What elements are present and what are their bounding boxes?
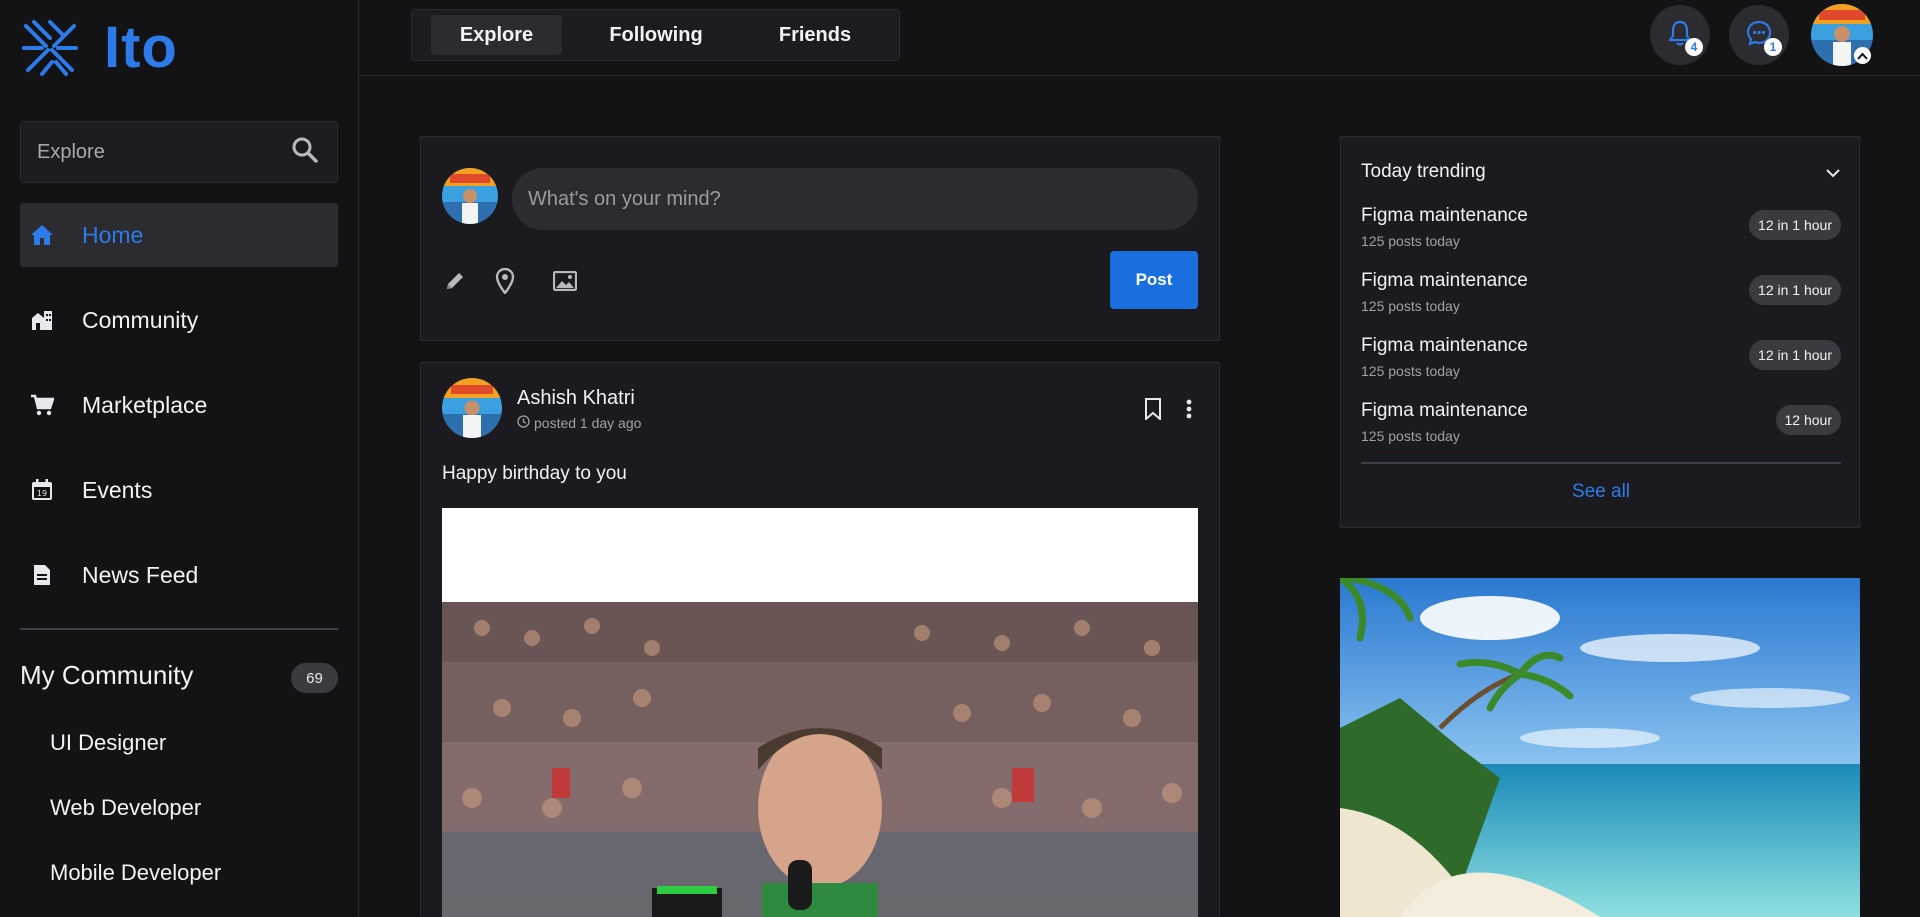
news-feed-icon [30, 563, 54, 587]
sidebar-item-events[interactable]: 19 Events [20, 458, 338, 522]
trending-item-pill: 12 in 1 hour [1749, 340, 1841, 370]
image-icon[interactable] [552, 268, 578, 294]
trending-title: Today trending [1361, 161, 1486, 182]
more-options-icon[interactable] [1177, 396, 1201, 422]
trending-item-sub: 125 posts today [1361, 428, 1460, 444]
location-pin-icon[interactable] [492, 268, 518, 294]
sidebar-item-label: Home [82, 221, 144, 248]
trending-item-sub: 125 posts today [1361, 363, 1460, 379]
trending-item[interactable]: Figma maintenance 125 posts today 12 in … [1361, 205, 1841, 255]
my-community-count-badge: 69 [291, 663, 338, 693]
trending-item-name: Figma maintenance [1361, 270, 1528, 291]
sidebar-item-marketplace[interactable]: Marketplace [20, 373, 338, 437]
pencil-icon[interactable] [442, 268, 468, 294]
sidebar-item-label: Events [82, 476, 153, 503]
trending-item-name: Figma maintenance [1361, 205, 1528, 226]
composer-avatar [442, 168, 498, 224]
chevron-up-icon[interactable] [1854, 47, 1871, 64]
trending-item-pill: 12 in 1 hour [1749, 275, 1841, 305]
top-bar: Explore Following Friends 4 1 [359, 0, 1920, 76]
bookmark-icon[interactable] [1141, 396, 1165, 422]
sidebar-item-community[interactable]: Community [20, 288, 338, 352]
trending-item-pill: 12 in 1 hour [1749, 210, 1841, 240]
community-icon [30, 308, 54, 332]
community-item-web-developer[interactable]: Web Developer [50, 793, 221, 858]
sidebar-item-label: Community [82, 306, 199, 333]
search-icon[interactable] [291, 136, 319, 169]
search-input[interactable] [37, 140, 257, 164]
my-community-title[interactable]: My Community [20, 660, 193, 691]
tab-following[interactable]: Following [562, 15, 750, 55]
post-body-text: Happy birthday to you [442, 463, 627, 484]
trending-item[interactable]: Figma maintenance 125 posts today 12 hou… [1361, 400, 1841, 450]
messages-button[interactable]: 1 [1729, 5, 1789, 65]
post-text-input[interactable] [512, 168, 1198, 230]
calendar-icon: 19 [30, 478, 54, 502]
my-community-list: UI Designer Web Developer Mobile Develop… [50, 728, 221, 917]
trending-item-pill: 12 hour [1775, 405, 1841, 435]
sidebar-item-label: Marketplace [82, 391, 208, 418]
tab-explore[interactable]: Explore [431, 15, 562, 55]
post-timestamp-text: posted 1 day ago [534, 415, 642, 431]
cart-icon [30, 393, 54, 417]
trending-panel: Today trending Figma maintenance 125 pos… [1340, 136, 1860, 528]
trending-item[interactable]: Figma maintenance 125 posts today 12 in … [1361, 335, 1841, 385]
trending-item-name: Figma maintenance [1361, 335, 1528, 356]
community-item-ui-designer[interactable]: UI Designer [50, 728, 221, 793]
sidebar-item-home[interactable]: Home [20, 203, 338, 267]
sidebar-divider [20, 628, 338, 630]
post-card: Ashish Khatri posted 1 day ago Happy bir… [420, 362, 1220, 917]
author-avatar[interactable] [442, 378, 502, 438]
svg-text:19: 19 [37, 489, 47, 498]
brand-mark-icon [22, 20, 78, 76]
chevron-down-icon[interactable] [1824, 164, 1842, 182]
post-composer: Post [420, 136, 1220, 341]
see-all-link[interactable]: See all [1341, 481, 1861, 503]
brand-name: Ito [104, 15, 178, 80]
trending-divider [1361, 462, 1841, 464]
community-item-mobile-developer[interactable]: Mobile Developer [50, 858, 221, 917]
notifications-button[interactable]: 4 [1650, 5, 1710, 65]
trending-item-sub: 125 posts today [1361, 233, 1460, 249]
post-button[interactable]: Post [1110, 251, 1198, 309]
brand-logo[interactable]: Ito [20, 18, 178, 78]
sidebar-nav: Home Community Marketplace 19 Events New… [20, 203, 338, 628]
trending-item-sub: 125 posts today [1361, 298, 1460, 314]
sidebar-item-label: News Feed [82, 561, 199, 588]
trending-item-name: Figma maintenance [1361, 400, 1528, 421]
post-timestamp: posted 1 day ago [517, 415, 641, 431]
notifications-count-badge: 4 [1685, 38, 1703, 56]
clock-icon [517, 415, 530, 431]
sidebar: Ito Home Community Marketplace [0, 0, 359, 917]
search-box[interactable] [20, 121, 338, 183]
trending-item[interactable]: Figma maintenance 125 posts today 12 in … [1361, 270, 1841, 320]
tab-friends[interactable]: Friends [750, 15, 880, 55]
home-icon [30, 223, 54, 247]
feed-tabs: Explore Following Friends [411, 9, 900, 61]
post-video[interactable] [442, 508, 1198, 917]
messages-count-badge: 1 [1764, 38, 1782, 56]
sidebar-item-news-feed[interactable]: News Feed [20, 543, 338, 607]
sidebar-promo-image[interactable] [1340, 578, 1860, 917]
post-author-name[interactable]: Ashish Khatri [517, 387, 635, 410]
